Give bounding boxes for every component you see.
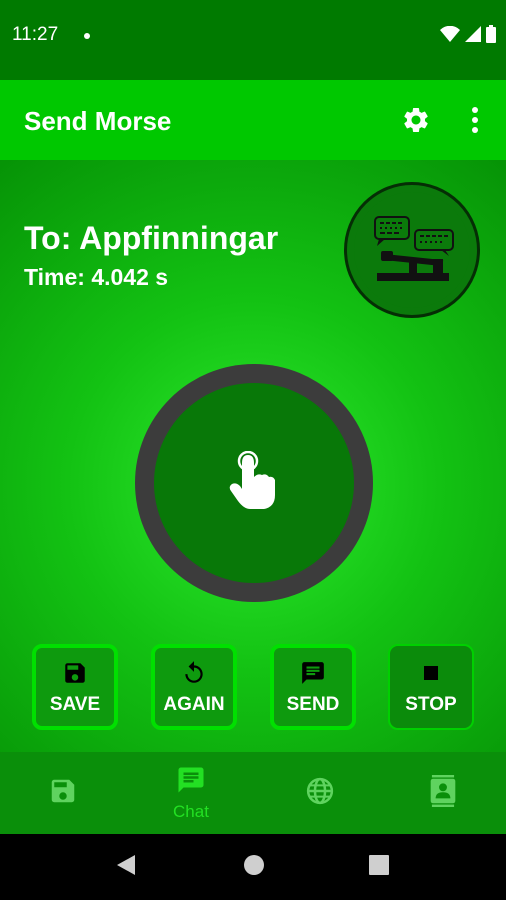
system-navigation-bar <box>0 834 506 900</box>
settings-button[interactable] <box>398 104 434 140</box>
message-icon <box>298 658 328 688</box>
back-triangle-icon <box>115 853 137 882</box>
status-time: 11:27 <box>12 24 59 45</box>
wifi-icon <box>440 25 460 47</box>
nav-label-chat: Chat <box>173 801 209 821</box>
notification-dot-icon <box>84 33 90 39</box>
home-circle-icon <box>242 853 266 882</box>
again-button[interactable]: AGAIN <box>151 644 237 730</box>
morse-key-logo[interactable] <box>344 182 480 318</box>
stop-button[interactable]: STOP <box>388 644 474 730</box>
recipient-label: To: Appfinningar <box>24 220 279 256</box>
main-content: To: Appfinningar Time: 4.042 s SAVE AGAI… <box>0 160 506 752</box>
app-bar: Send Morse <box>0 80 506 160</box>
recents-square-icon <box>368 854 390 881</box>
nav-item-saved[interactable] <box>0 752 126 834</box>
morse-key-pad[interactable] <box>154 383 354 583</box>
stop-button-label: STOP <box>405 694 457 715</box>
cell-signal-icon <box>465 26 481 47</box>
again-button-label: AGAIN <box>163 694 225 715</box>
more-vert-icon <box>471 106 479 138</box>
back-button[interactable] <box>111 852 141 882</box>
battery-icon <box>486 25 496 48</box>
globe-icon <box>305 776 335 811</box>
chat-icon <box>175 765 207 800</box>
home-button[interactable] <box>239 852 269 882</box>
stop-icon <box>416 658 446 688</box>
morse-key-button[interactable] <box>135 364 373 602</box>
nav-item-world[interactable] <box>257 752 383 834</box>
send-button[interactable]: SEND <box>270 644 356 730</box>
app-title: Send Morse <box>24 106 172 136</box>
nav-item-chat[interactable]: Chat <box>128 752 254 834</box>
send-button-label: SEND <box>286 694 340 715</box>
recents-button[interactable] <box>364 852 394 882</box>
bottom-navigation: Chat <box>0 752 506 834</box>
more-options-button[interactable] <box>458 104 492 140</box>
status-bar: 11:27 <box>0 0 506 80</box>
save-button[interactable]: SAVE <box>32 644 118 730</box>
gear-icon <box>401 105 431 140</box>
save-icon <box>60 658 90 688</box>
status-icons <box>440 25 496 48</box>
nav-item-contacts[interactable] <box>380 752 506 834</box>
screen: 11:27 Send Morse To: Appfinningar Time: … <box>0 0 506 900</box>
save-icon <box>48 776 78 811</box>
contact-icon <box>428 774 458 812</box>
time-label: Time: 4.042 s <box>24 264 169 290</box>
touch-icon <box>228 450 280 516</box>
telegraph-key-icon <box>354 192 470 308</box>
save-button-label: SAVE <box>49 694 101 715</box>
replay-icon <box>179 658 209 688</box>
